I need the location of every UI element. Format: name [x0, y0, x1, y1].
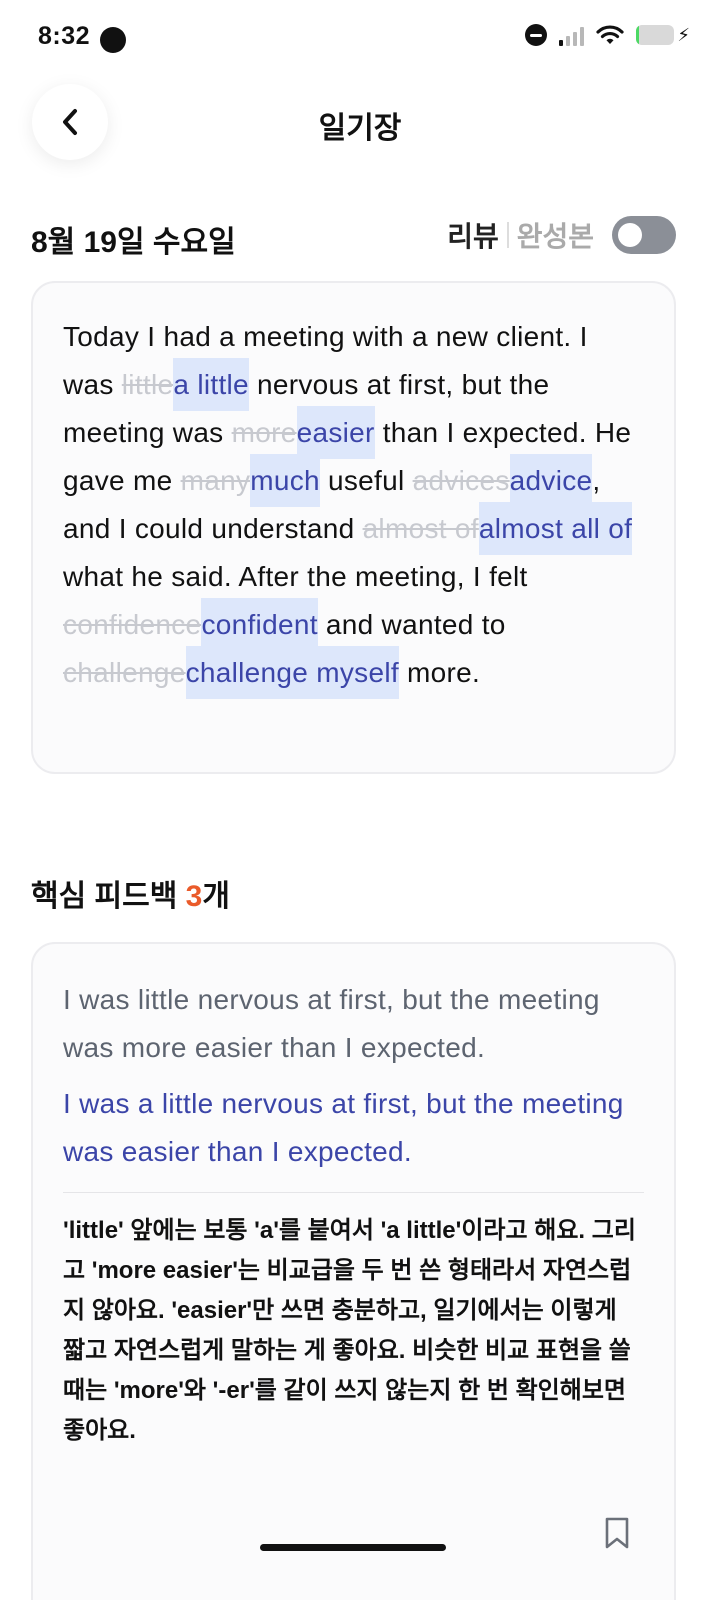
mode-review-label[interactable]: 리뷰 [447, 215, 499, 255]
status-time: 8:32 [38, 22, 91, 50]
feedback-divider [63, 1192, 644, 1193]
inserted-correction: much [250, 454, 320, 507]
status-bar: 8:32 ⚡ [0, 0, 720, 78]
deleted-word: little [121, 369, 174, 400]
mode-divider [506, 222, 509, 248]
home-indicator [260, 1544, 446, 1551]
bookmark-icon[interactable] [604, 1516, 630, 1550]
feedback-card: I was little nervous at first, but the m… [31, 942, 676, 1600]
inserted-correction: almost all of [478, 502, 633, 555]
final-version-toggle[interactable] [612, 216, 676, 254]
feedback-count: 3 [185, 880, 203, 913]
deleted-word: many [180, 465, 251, 496]
deleted-word: confidence [63, 609, 202, 640]
deleted-word: more [231, 417, 297, 448]
diary-card: Today I had a meeting with a new client.… [31, 281, 676, 774]
inserted-correction: challenge myself [185, 646, 399, 699]
corrected-sentence: I was a little nervous at first, but the… [63, 1088, 624, 1167]
deleted-word: advices [412, 465, 510, 496]
inserted-correction: advice [509, 454, 593, 507]
signal-icon [559, 24, 585, 46]
status-icons: ⚡ [525, 24, 690, 46]
inserted-correction: a little [173, 358, 249, 411]
deleted-word: almost of [362, 513, 479, 544]
feedback-section-title: 핵심 피드백 3개 [31, 871, 230, 915]
diary-date: 8월 19일 수요일 [31, 226, 236, 259]
mode-final-label[interactable]: 완성본 [517, 215, 594, 255]
page-title: 일기장 [318, 112, 402, 145]
battery-fill [636, 25, 640, 45]
feedback-count-suffix: 개 [202, 880, 230, 913]
inserted-correction: confident [201, 598, 318, 651]
diary-text-segment: useful [319, 465, 413, 496]
diary-text-segment: more. [398, 657, 481, 688]
inserted-correction: easier [296, 406, 375, 459]
charging-icon: ⚡ [677, 25, 690, 45]
feedback-explanation: 'little' 앞에는 보통 'a'를 붙여서 'a little'이라고 해… [63, 1217, 636, 1444]
do-not-disturb-icon [525, 24, 548, 46]
feedback-title-text: 핵심 피드백 [31, 880, 186, 913]
wifi-icon [596, 25, 624, 44]
diary-text-segment: what he said. After the meeting, I felt [63, 561, 528, 592]
toggle-knob [618, 223, 642, 247]
diary-text-segment: and wanted to [317, 609, 506, 640]
battery-icon: ⚡ [636, 25, 690, 45]
diary-text: Today I had a meeting with a new client.… [63, 313, 644, 699]
deleted-word: challenge [63, 657, 186, 688]
original-sentence: I was little nervous at first, but the m… [63, 984, 600, 1063]
camera-dot [100, 27, 126, 53]
review-mode-switch: 리뷰 완성본 [447, 215, 676, 255]
